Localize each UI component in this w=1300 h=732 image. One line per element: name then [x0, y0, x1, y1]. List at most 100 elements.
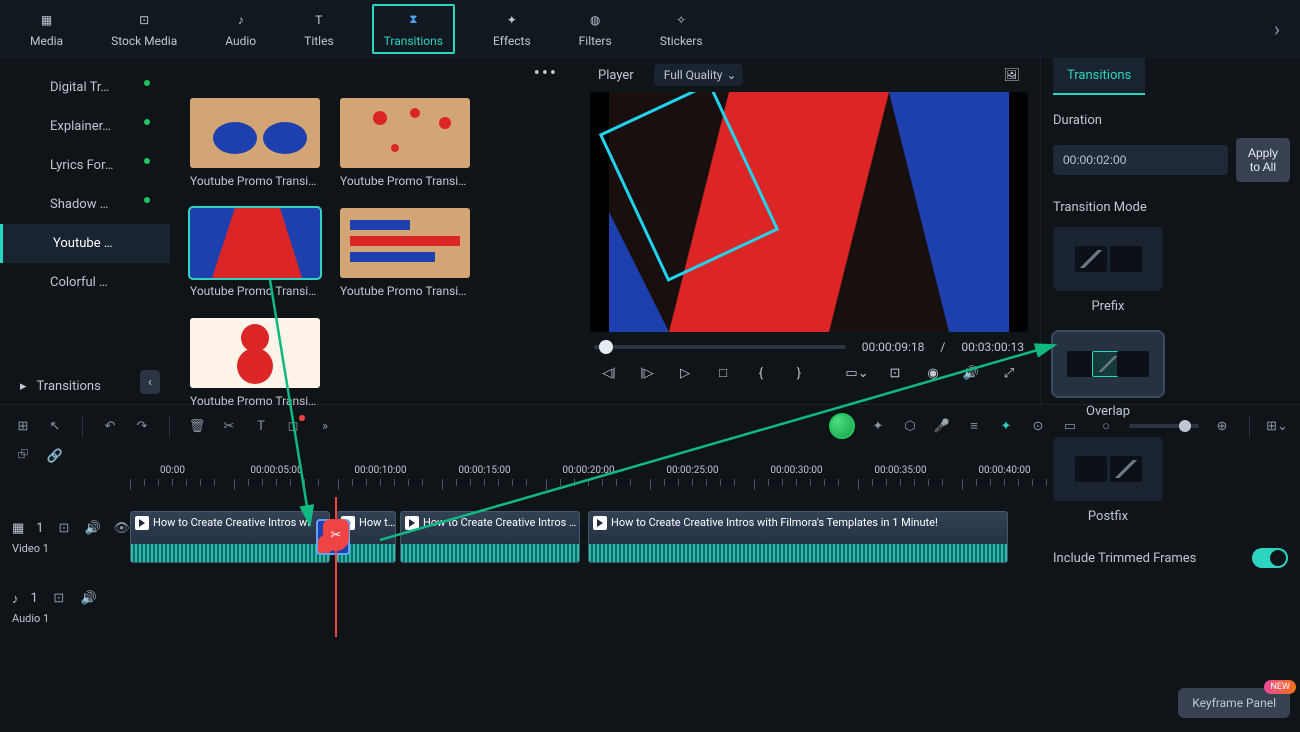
new-dot-icon — [144, 80, 150, 86]
sidebar-item-shadow[interactable]: Shadow … — [0, 185, 170, 224]
zoom-out-icon[interactable]: ○ — [1097, 417, 1115, 435]
display-icon[interactable]: ⊡ — [886, 364, 904, 382]
tab-stock-media[interactable]: ⊡ Stock Media — [101, 6, 187, 52]
audio-icon: ♪ — [231, 10, 251, 30]
sidebar-item-youtube[interactable]: Youtube … — [0, 224, 170, 263]
track-lock-icon[interactable]: ⊡ — [56, 520, 73, 538]
video-clip[interactable]: How to Create Creative Intros with Filmo… — [588, 511, 1008, 563]
clip-play-icon — [135, 516, 149, 530]
sidebar-group-label[interactable]: Transitions — [37, 379, 101, 394]
sparkle-icon[interactable]: ✦ — [869, 417, 887, 435]
track-count: 1 — [31, 591, 38, 606]
mode-prefix[interactable] — [1053, 227, 1163, 291]
transition-thumbnail[interactable]: Youtube Promo Transi… — [190, 208, 320, 298]
tab-label: Media — [30, 34, 63, 48]
cut-icon[interactable]: ✂ — [220, 417, 238, 435]
ruler-mark: 00:00:10:00 — [338, 465, 423, 490]
tab-filters[interactable]: ◍ Filters — [569, 6, 622, 52]
thumbnail-label: Youtube Promo Transi… — [340, 174, 470, 188]
quality-dropdown[interactable]: Full Quality — [654, 64, 743, 86]
more-tools-icon[interactable]: » — [316, 417, 334, 435]
sidebar-item-explainer[interactable]: Explainer… — [0, 107, 170, 146]
tab-label: Stock Media — [111, 34, 177, 48]
thumbnail-image — [340, 208, 470, 278]
track-mute-icon[interactable]: 🔊 — [84, 520, 101, 538]
volume-icon[interactable]: 🔊 — [962, 364, 980, 382]
new-dot-icon — [144, 119, 150, 125]
mode-overlap[interactable] — [1053, 332, 1163, 396]
select-tool-icon[interactable]: ↖ — [46, 417, 64, 435]
list-icon[interactable]: ≡ — [965, 417, 983, 435]
next-frame-icon[interactable]: |▷ — [638, 364, 656, 382]
text-tool-icon[interactable]: T — [252, 417, 270, 435]
play-icon[interactable]: ▷ — [676, 364, 694, 382]
duration-input[interactable] — [1053, 145, 1228, 175]
zoom-slider[interactable] — [1129, 424, 1199, 428]
new-badge: NEW — [1264, 680, 1296, 694]
stickers-icon: ✧ — [671, 10, 691, 30]
ratio-icon[interactable]: ▭⌄ — [848, 364, 866, 382]
frame-icon[interactable]: ▭ — [1061, 417, 1079, 435]
transition-thumbnail[interactable]: Youtube Promo Transi… — [340, 98, 470, 188]
mark-out-icon[interactable]: } — [790, 364, 808, 382]
track-count: 1 — [36, 521, 43, 536]
sidebar-item-colorful[interactable]: Colorful … — [0, 263, 170, 302]
scrubber-thumb[interactable] — [599, 340, 613, 354]
tab-effects[interactable]: ✦ Effects — [483, 6, 541, 52]
mark-in-icon[interactable]: { — [752, 364, 770, 382]
tab-media[interactable]: ▦ Media — [20, 6, 73, 52]
redo-icon[interactable]: ↷ — [133, 417, 151, 435]
stock-media-icon: ⊡ — [134, 10, 154, 30]
sidebar-item-digital[interactable]: Digital Tr… — [0, 68, 170, 107]
player-scrubber[interactable] — [594, 345, 846, 349]
record-icon[interactable]: ⊙ — [1029, 417, 1047, 435]
timeline-ruler[interactable]: 00:0000:00:05:0000:00:10:0000:00:15:0000… — [0, 465, 1300, 497]
fullscreen-icon[interactable]: ⤢ — [1000, 364, 1018, 382]
shield-icon[interactable]: ⬡ — [901, 417, 919, 435]
video-preview[interactable] — [590, 92, 1028, 332]
video-track[interactable]: How to Create Creative Intros wi How t… … — [130, 511, 1300, 563]
track-visibility-icon[interactable]: 👁 — [113, 520, 130, 538]
more-options-icon[interactable]: ••• — [534, 63, 558, 84]
stop-icon[interactable]: □ — [714, 364, 732, 382]
zoom-in-icon[interactable]: ⊕ — [1213, 417, 1231, 435]
link-icon[interactable]: 🔗 — [46, 447, 64, 465]
crop-icon[interactable]: ◻ — [284, 417, 302, 435]
video-clip[interactable]: How to Create Creative Intros … — [400, 511, 580, 563]
marker-icon[interactable]: ✦ — [997, 417, 1015, 435]
clip-label: How to Create Creative Intros with Filmo… — [611, 516, 938, 529]
transitions-icon: ⧗ — [403, 10, 423, 30]
apply-to-all-button[interactable]: Apply to All — [1236, 138, 1290, 182]
transition-thumbnail[interactable]: Youtube Promo Transi… — [340, 208, 470, 298]
audio-track[interactable] — [130, 581, 1300, 633]
snapshot-icon[interactable]: 🖼 — [1003, 68, 1020, 83]
layout-icon[interactable]: ⊞ — [14, 417, 32, 435]
transition-thumbnail[interactable]: Youtube Promo Transi… — [190, 318, 320, 408]
copy-stack-icon[interactable]: ⮺ — [14, 447, 32, 465]
undo-icon[interactable]: ↶ — [101, 417, 119, 435]
delete-icon[interactable]: 🗑 — [188, 417, 206, 435]
tab-transitions[interactable]: ⧗ Transitions — [372, 4, 455, 54]
sidebar-item-lyrics[interactable]: Lyrics For… — [0, 146, 170, 185]
track-lock-icon[interactable]: ⊡ — [50, 590, 68, 608]
chevron-right-icon[interactable]: › — [1274, 17, 1280, 41]
caret-right-icon[interactable]: ▸ — [20, 379, 27, 394]
sidebar-item-label: Digital Tr… — [50, 80, 109, 95]
transition-thumbnail[interactable]: Youtube Promo Transi… — [190, 98, 320, 188]
track-mute-icon[interactable]: 🔊 — [80, 590, 98, 608]
playhead-handle[interactable]: ✂ — [323, 519, 349, 551]
playhead[interactable]: ✂ — [335, 497, 337, 637]
collapse-sidebar-button[interactable]: ‹ — [140, 370, 160, 394]
tab-audio[interactable]: ♪ Audio — [215, 6, 266, 52]
camera-icon[interactable]: ◉ — [924, 364, 942, 382]
transition-mode-label: Transition Mode — [1053, 200, 1288, 215]
transitions-tab[interactable]: Transitions — [1053, 58, 1145, 95]
keyframe-panel-button[interactable]: Keyframe Panel NEW — [1178, 688, 1290, 718]
tab-stickers[interactable]: ✧ Stickers — [650, 6, 713, 52]
prev-frame-icon[interactable]: ◁| — [600, 364, 618, 382]
mic-icon[interactable]: 🎤 — [933, 417, 951, 435]
tab-titles[interactable]: T Titles — [294, 6, 343, 52]
ai-avatar-icon[interactable] — [829, 413, 855, 439]
grid-view-icon[interactable]: ⊞⌄ — [1268, 417, 1286, 435]
video-clip[interactable]: How to Create Creative Intros wi — [130, 511, 330, 563]
